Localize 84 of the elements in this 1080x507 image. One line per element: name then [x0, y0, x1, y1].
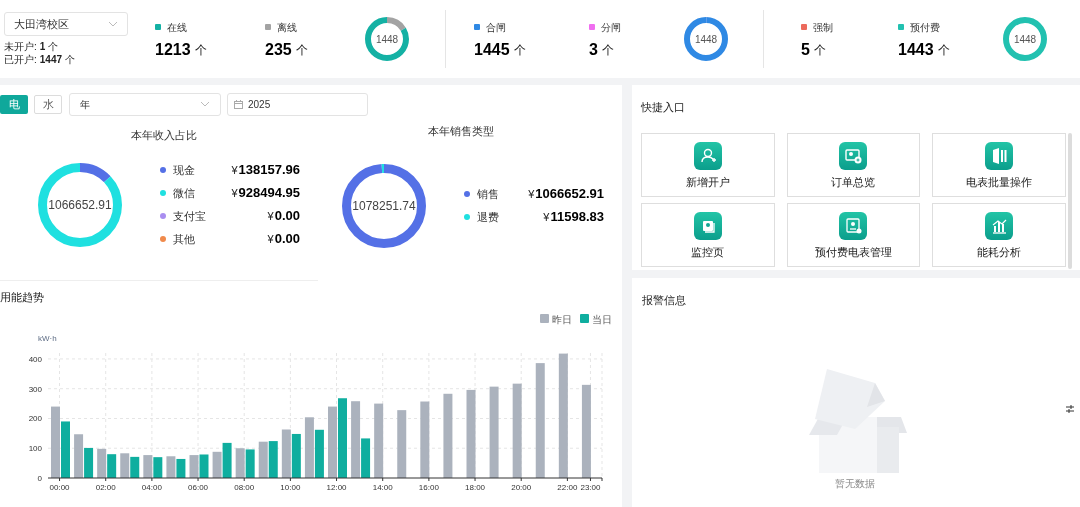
legend-label: 现金: [173, 162, 195, 178]
y-tick-label: 100: [28, 443, 42, 453]
stat-label: 预付费: [910, 20, 940, 35]
chart-title: 本年收入占比: [130, 128, 197, 143]
shortcut-tile[interactable]: 订单总览: [786, 132, 921, 197]
y-tick-label: 0: [37, 473, 42, 483]
stat-value: 1213: [155, 40, 191, 59]
shortcut-tile[interactable]: 监控页: [641, 203, 775, 267]
donut-center-value: 1066652.91: [48, 196, 112, 214]
shortcut-tile[interactable]: 新增开户: [641, 132, 775, 197]
currency-symbol: ¥: [231, 186, 238, 202]
amount-value: 928494.95: [238, 184, 300, 203]
y-tick-label: 200: [28, 414, 42, 423]
amount-value: 11598.83: [550, 208, 604, 227]
count-unit: 个: [194, 41, 207, 59]
y-tick-label: 300: [28, 384, 42, 394]
stat-label: 离线: [277, 20, 297, 35]
empty-state-text: 暂无数据: [835, 477, 875, 491]
x-tick-label: 12:00: [326, 482, 347, 492]
legend-label: 支付宝: [173, 208, 206, 224]
stat-label: 在线: [167, 20, 187, 35]
stat-value: 5: [801, 40, 810, 59]
count-unit: 个: [65, 53, 76, 66]
donut-center-value: 1448: [694, 32, 718, 47]
stat-value: 1443: [898, 40, 934, 59]
currency-symbol: ¥: [543, 210, 550, 226]
stat-value: 3: [589, 40, 598, 59]
amount-value: 0.00: [274, 207, 300, 226]
x-tick-label: 04:00: [141, 482, 162, 492]
x-tick-label: 20:00: [511, 482, 532, 492]
section-title: 用能趋势: [0, 290, 45, 305]
count-unit: 个: [937, 41, 950, 59]
x-tick-label: 22:00: [557, 482, 578, 492]
x-tick-label: 16:00: [418, 482, 439, 492]
x-tick-label: 14:00: [372, 482, 393, 492]
account-count: 1: [39, 40, 46, 53]
y-tick-label: 400: [28, 354, 42, 364]
x-tick-label: 02:00: [95, 482, 116, 492]
stat-value: 1445: [474, 40, 510, 59]
campus-select[interactable]: 大田湾校区: [4, 12, 128, 36]
currency-symbol: ¥: [267, 232, 274, 248]
donut-center-value: 1078251.74: [352, 197, 416, 215]
legend-label: 其他: [173, 231, 195, 247]
stat-label: 合闸: [486, 20, 506, 35]
period-select[interactable]: 年: [69, 92, 221, 116]
stat-value: 235: [265, 40, 292, 59]
count-unit: 个: [513, 41, 526, 59]
shortcut-tile[interactable]: 预付费电表管理: [786, 203, 921, 267]
legend-label: 销售: [477, 186, 499, 202]
count-unit: 个: [295, 41, 308, 59]
axis-unit: kW·h: [38, 333, 57, 343]
currency-symbol: ¥: [528, 187, 535, 203]
x-tick-label: 08:00: [234, 482, 255, 492]
chart-title: 本年销售类型: [428, 124, 495, 139]
account-label: 未开户:: [4, 40, 37, 53]
x-tick-label: 00:00: [49, 482, 70, 492]
legend-label: 昨日: [552, 313, 572, 325]
donut-center-value: 1448: [375, 32, 399, 47]
x-tick-label: 06:00: [188, 482, 209, 492]
stat-label: 强制: [813, 20, 833, 35]
amount-value: 1066652.91: [535, 185, 604, 204]
stat-label: 分闸: [601, 20, 621, 35]
donut-center-value: 1448: [1013, 32, 1037, 47]
x-tick-label: 10:00: [280, 482, 301, 492]
amount-value: 0.00: [274, 230, 300, 249]
section-title: 报警信息: [642, 293, 687, 308]
currency-symbol: ¥: [267, 209, 274, 225]
shortcut-tile[interactable]: 电表批量操作: [932, 132, 1066, 197]
date-field[interactable]: 2025: [227, 92, 368, 116]
section-title: 快捷入口: [641, 100, 686, 115]
x-tick-label: 23:00: [580, 482, 601, 492]
shortcut-tile[interactable]: 能耗分析: [932, 203, 1066, 267]
count-unit: 个: [601, 41, 614, 59]
amount-value: 138157.96: [238, 161, 300, 180]
legend-label: 当日: [592, 313, 612, 325]
energy-tab[interactable]: 水: [34, 94, 62, 114]
currency-symbol: ¥: [231, 163, 238, 179]
legend-label: 微信: [173, 185, 195, 201]
count-unit: 个: [48, 40, 59, 53]
legend-label: 退费: [477, 209, 499, 225]
count-unit: 个: [813, 41, 826, 59]
account-count: 1447: [39, 53, 63, 66]
account-label: 已开户:: [4, 53, 37, 66]
x-tick-label: 18:00: [465, 482, 486, 492]
